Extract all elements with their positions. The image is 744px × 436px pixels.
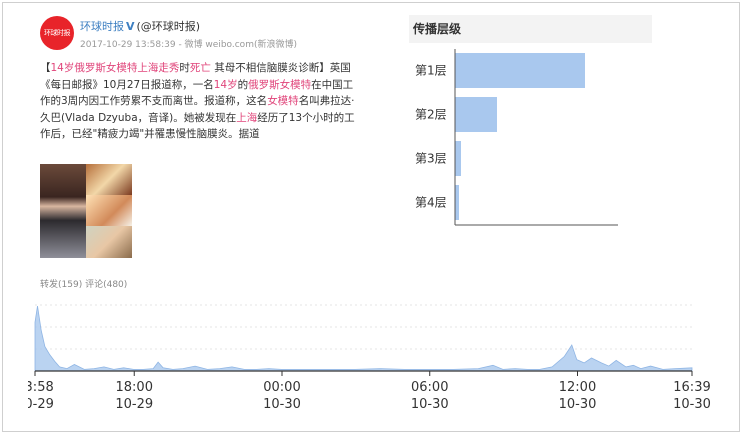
- photo-thumbnail[interactable]: [86, 164, 132, 195]
- activity-area: [34, 305, 693, 372]
- level-bar[interactable]: [455, 185, 459, 220]
- level-panel-header: 传播层级: [409, 15, 652, 43]
- highlight-keyword[interactable]: 14岁: [214, 79, 238, 91]
- post-meta: 2017-10-29 13:58:39 - 微博 weibo.com(新浪微博): [80, 40, 297, 50]
- level-label: 第3层: [415, 152, 447, 166]
- highlight-keyword[interactable]: 上海: [236, 112, 257, 124]
- level-bar[interactable]: [455, 97, 497, 132]
- author-handle: (@环球时报): [136, 20, 201, 33]
- tick-date-label: 10-30: [411, 397, 449, 412]
- tick-time-label: 16:39: [673, 380, 710, 395]
- tick-time-label: 00:00: [263, 380, 300, 395]
- post-text: 【14岁俄罗斯女模特上海走秀时死亡 其母不相信脑膜炎诊断】英国《每日邮报》10月…: [40, 60, 362, 143]
- level-label: 第2层: [415, 108, 447, 122]
- tick-time-label: 18:00: [116, 380, 153, 395]
- post-stats: 转发(159) 评论(480): [40, 277, 127, 290]
- level-bar-chart: 第1层第2层第3层第4层: [415, 49, 618, 226]
- post-text-segment: 时: [179, 62, 190, 74]
- level-label: 第1层: [415, 64, 447, 78]
- tick-date-label: 10-29: [115, 397, 153, 412]
- level-label: 第4层: [415, 196, 447, 210]
- level-bar[interactable]: [455, 53, 585, 88]
- photo-thumbnail[interactable]: [86, 226, 132, 258]
- photo-thumbnail[interactable]: [40, 164, 86, 258]
- post-text-segment: 的: [237, 78, 249, 91]
- post-text-segment: 【: [40, 62, 51, 74]
- tick-date-label: 10-30: [559, 397, 597, 412]
- highlight-keyword[interactable]: 14岁俄罗斯女模特上海走秀: [51, 62, 180, 74]
- highlight-keyword[interactable]: 俄罗斯女模特: [248, 79, 311, 91]
- verified-icon: V: [126, 20, 135, 33]
- comment-count[interactable]: 评论(480): [85, 280, 127, 290]
- highlight-keyword[interactable]: 女模特: [267, 95, 299, 107]
- avatar-logo-text: 环球时报: [44, 29, 71, 37]
- repost-count[interactable]: 转发(159): [40, 280, 82, 290]
- tick-time-label: 13:58: [28, 380, 54, 395]
- highlight-keyword[interactable]: 死亡: [190, 62, 211, 74]
- photo-thumbnail[interactable]: [86, 195, 132, 226]
- avatar[interactable]: 环球时报: [40, 16, 74, 50]
- tick-time-label: 06:00: [411, 380, 448, 395]
- image-gallery: [40, 164, 132, 258]
- level-bar[interactable]: [455, 141, 461, 176]
- author-row: 环球时报 V (@环球时报): [80, 18, 200, 34]
- timeline-area-chart: 13:58 10-29 18:00 10-29 00:00 10-30 06:00 10-30…: [28, 304, 711, 412]
- tick-time-label: 12:00: [559, 380, 596, 395]
- tick-date-label: 10-30: [673, 397, 711, 412]
- author-name[interactable]: 环球时报: [80, 20, 124, 33]
- tick-date-label: 10-29: [28, 397, 54, 412]
- tick-date-label: 10-30: [263, 397, 301, 412]
